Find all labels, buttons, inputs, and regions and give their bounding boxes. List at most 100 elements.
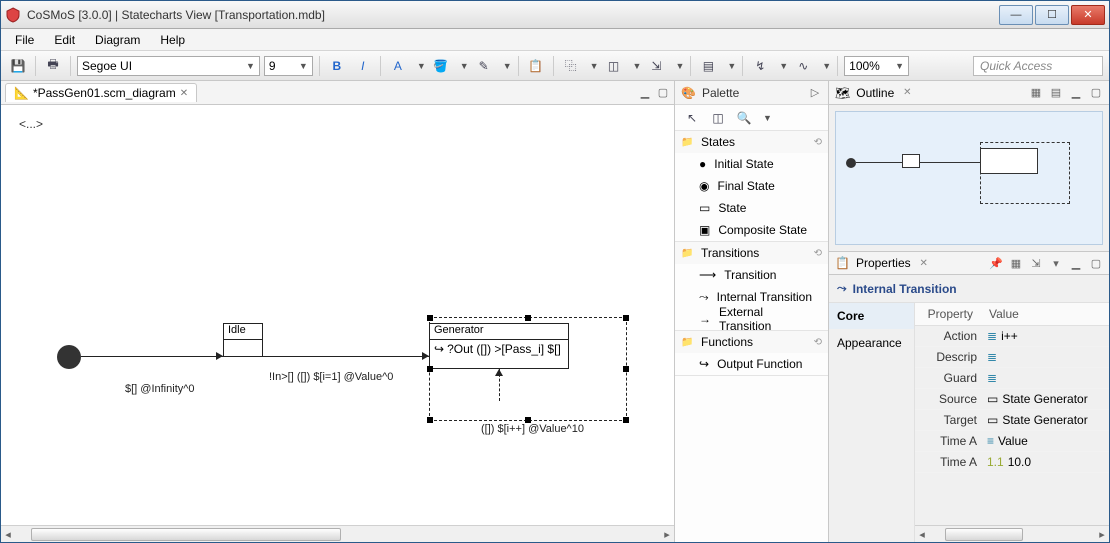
- prop-row-target[interactable]: Target▭State Generator: [915, 410, 1109, 431]
- maximize-view-icon[interactable]: ▢: [1089, 256, 1103, 270]
- chevron-down-icon[interactable]: ▼: [299, 61, 308, 71]
- chevron-down-icon[interactable]: ▼: [727, 61, 736, 71]
- minimize-view-icon[interactable]: ▁: [1069, 256, 1083, 270]
- chevron-down-icon[interactable]: ▼: [779, 61, 788, 71]
- pin-icon[interactable]: 📌: [989, 256, 1003, 270]
- palette-item-final-state[interactable]: ◉Final State: [675, 175, 828, 197]
- print-icon[interactable]: 🖶: [42, 55, 64, 77]
- linecolor-button[interactable]: ✎: [473, 55, 495, 77]
- zoom-input[interactable]: [849, 59, 891, 73]
- prop-row-time-a-type[interactable]: Time A≡Value: [915, 431, 1109, 452]
- chevron-down-icon[interactable]: ▼: [763, 113, 772, 123]
- properties-scrollbar[interactable]: ◂ ▸: [915, 525, 1109, 542]
- fillcolor-button[interactable]: 🪣: [430, 55, 452, 77]
- minimize-view-icon[interactable]: ▁: [638, 86, 652, 100]
- zoom-select[interactable]: ▼: [844, 56, 909, 76]
- scroll-right-icon[interactable]: ▸: [660, 527, 674, 541]
- prop-row-description[interactable]: Descrip≣: [915, 347, 1109, 368]
- menu-diagram[interactable]: Diagram: [87, 31, 148, 49]
- view-menu-icon[interactable]: ▾: [1049, 256, 1063, 270]
- zoom-tool-icon[interactable]: 🔍: [733, 107, 755, 129]
- arrow-icon: [216, 352, 223, 360]
- align-button[interactable]: ▤: [697, 55, 719, 77]
- palette-item-output-function[interactable]: ↪Output Function: [675, 353, 828, 375]
- scroll-left-icon[interactable]: ◂: [1, 527, 15, 541]
- chevron-down-icon[interactable]: ▼: [822, 61, 831, 71]
- horizontal-scrollbar[interactable]: ◂ ▸: [1, 525, 674, 542]
- prop-tab-appearance[interactable]: Appearance: [829, 330, 914, 357]
- italic-button[interactable]: I: [352, 55, 374, 77]
- outline-mode-icon[interactable]: ▦: [1029, 86, 1043, 100]
- menu-edit[interactable]: Edit: [46, 31, 83, 49]
- outline-mode2-icon[interactable]: ▤: [1049, 86, 1063, 100]
- outline-thumbnail[interactable]: [835, 111, 1103, 245]
- scroll-right-icon[interactable]: ▸: [1095, 527, 1109, 541]
- initial-state-node[interactable]: [57, 345, 81, 369]
- menu-help[interactable]: Help: [152, 31, 193, 49]
- pin-icon[interactable]: ⟲: [814, 248, 822, 259]
- close-tab-icon[interactable]: ✕: [917, 256, 931, 270]
- chevron-down-icon[interactable]: ▼: [633, 61, 642, 71]
- chevron-down-icon[interactable]: ▼: [590, 61, 599, 71]
- bold-button[interactable]: B: [326, 55, 348, 77]
- palette-collapse-icon[interactable]: ▷: [808, 86, 822, 100]
- menu-file[interactable]: File: [7, 31, 42, 49]
- quick-access-input[interactable]: Quick Access: [973, 56, 1103, 76]
- state-idle[interactable]: Idle: [223, 323, 263, 357]
- palette-item-state[interactable]: ▭State: [675, 197, 828, 219]
- chevron-down-icon[interactable]: ▼: [460, 61, 469, 71]
- fontsize-select[interactable]: ▼: [264, 56, 313, 76]
- close-tab-icon[interactable]: ✕: [900, 86, 914, 100]
- pin-icon[interactable]: ⟲: [814, 137, 822, 148]
- fontcolor-button[interactable]: A: [387, 55, 409, 77]
- text-value-icon: ≣: [987, 350, 997, 364]
- prop-tab-core[interactable]: Core: [829, 303, 914, 330]
- line-style-button[interactable]: ∿: [792, 55, 814, 77]
- cursor-tool-icon[interactable]: ↖: [681, 107, 703, 129]
- maximize-button[interactable]: ☐: [1035, 5, 1069, 25]
- minimize-view-icon[interactable]: ▁: [1069, 86, 1083, 100]
- close-button[interactable]: ✕: [1071, 5, 1105, 25]
- minimize-button[interactable]: —: [999, 5, 1033, 25]
- scroll-thumb[interactable]: [945, 528, 1023, 541]
- composite-state-icon: ▣: [699, 223, 710, 237]
- layout-button[interactable]: ⿻: [560, 55, 582, 77]
- palette-item-initial-state[interactable]: ●Initial State: [675, 153, 828, 175]
- maximize-view-icon[interactable]: ▢: [1089, 86, 1103, 100]
- router-button[interactable]: ↯: [749, 55, 771, 77]
- prop-row-guard[interactable]: Guard≣: [915, 368, 1109, 389]
- chevron-down-icon[interactable]: ▼: [246, 61, 255, 71]
- pin-icon[interactable]: ⟲: [814, 337, 822, 348]
- arrange-button[interactable]: ⇲: [645, 55, 667, 77]
- edge-initial-idle[interactable]: [81, 356, 223, 357]
- fontsize-input[interactable]: [269, 59, 295, 73]
- palette-group-functions[interactable]: 📁 Functions ⟲: [675, 331, 828, 353]
- chevron-down-icon[interactable]: ▼: [503, 61, 512, 71]
- select-button[interactable]: ◫: [603, 55, 625, 77]
- palette-item-external-transition[interactable]: →External Transition: [675, 308, 828, 330]
- maximize-view-icon[interactable]: ▢: [656, 86, 670, 100]
- edge-idle-generator[interactable]: [263, 356, 429, 357]
- font-select[interactable]: ▼: [77, 56, 260, 76]
- advanced-icon[interactable]: ⇲: [1029, 256, 1043, 270]
- close-tab-icon[interactable]: ✕: [180, 88, 188, 99]
- copy-appearance-button[interactable]: 📋: [525, 55, 547, 77]
- diagram-canvas[interactable]: <...> $[] @Infinity^0 Idle !In>[] ([]) $…: [1, 105, 674, 525]
- palette-group-transitions[interactable]: 📁 Transitions ⟲: [675, 242, 828, 264]
- palette-item-composite-state[interactable]: ▣Composite State: [675, 219, 828, 241]
- palette-group-states[interactable]: 📁 States ⟲: [675, 131, 828, 153]
- prop-row-source[interactable]: Source▭State Generator: [915, 389, 1109, 410]
- scroll-left-icon[interactable]: ◂: [915, 527, 929, 541]
- chevron-down-icon[interactable]: ▼: [895, 61, 904, 71]
- font-input[interactable]: [82, 59, 242, 73]
- prop-row-action[interactable]: Action≣i++: [915, 326, 1109, 347]
- scroll-thumb[interactable]: [31, 528, 341, 541]
- marquee-tool-icon[interactable]: ◫: [707, 107, 729, 129]
- palette-item-transition[interactable]: ⟶Transition: [675, 264, 828, 286]
- editor-tab[interactable]: 📐 *PassGen01.scm_diagram ✕: [5, 83, 197, 102]
- chevron-down-icon[interactable]: ▼: [675, 61, 684, 71]
- chevron-down-icon[interactable]: ▼: [417, 61, 426, 71]
- prop-row-time-a-value[interactable]: Time A1.110.0: [915, 452, 1109, 473]
- categories-icon[interactable]: ▦: [1009, 256, 1023, 270]
- save-icon[interactable]: 💾: [7, 55, 29, 77]
